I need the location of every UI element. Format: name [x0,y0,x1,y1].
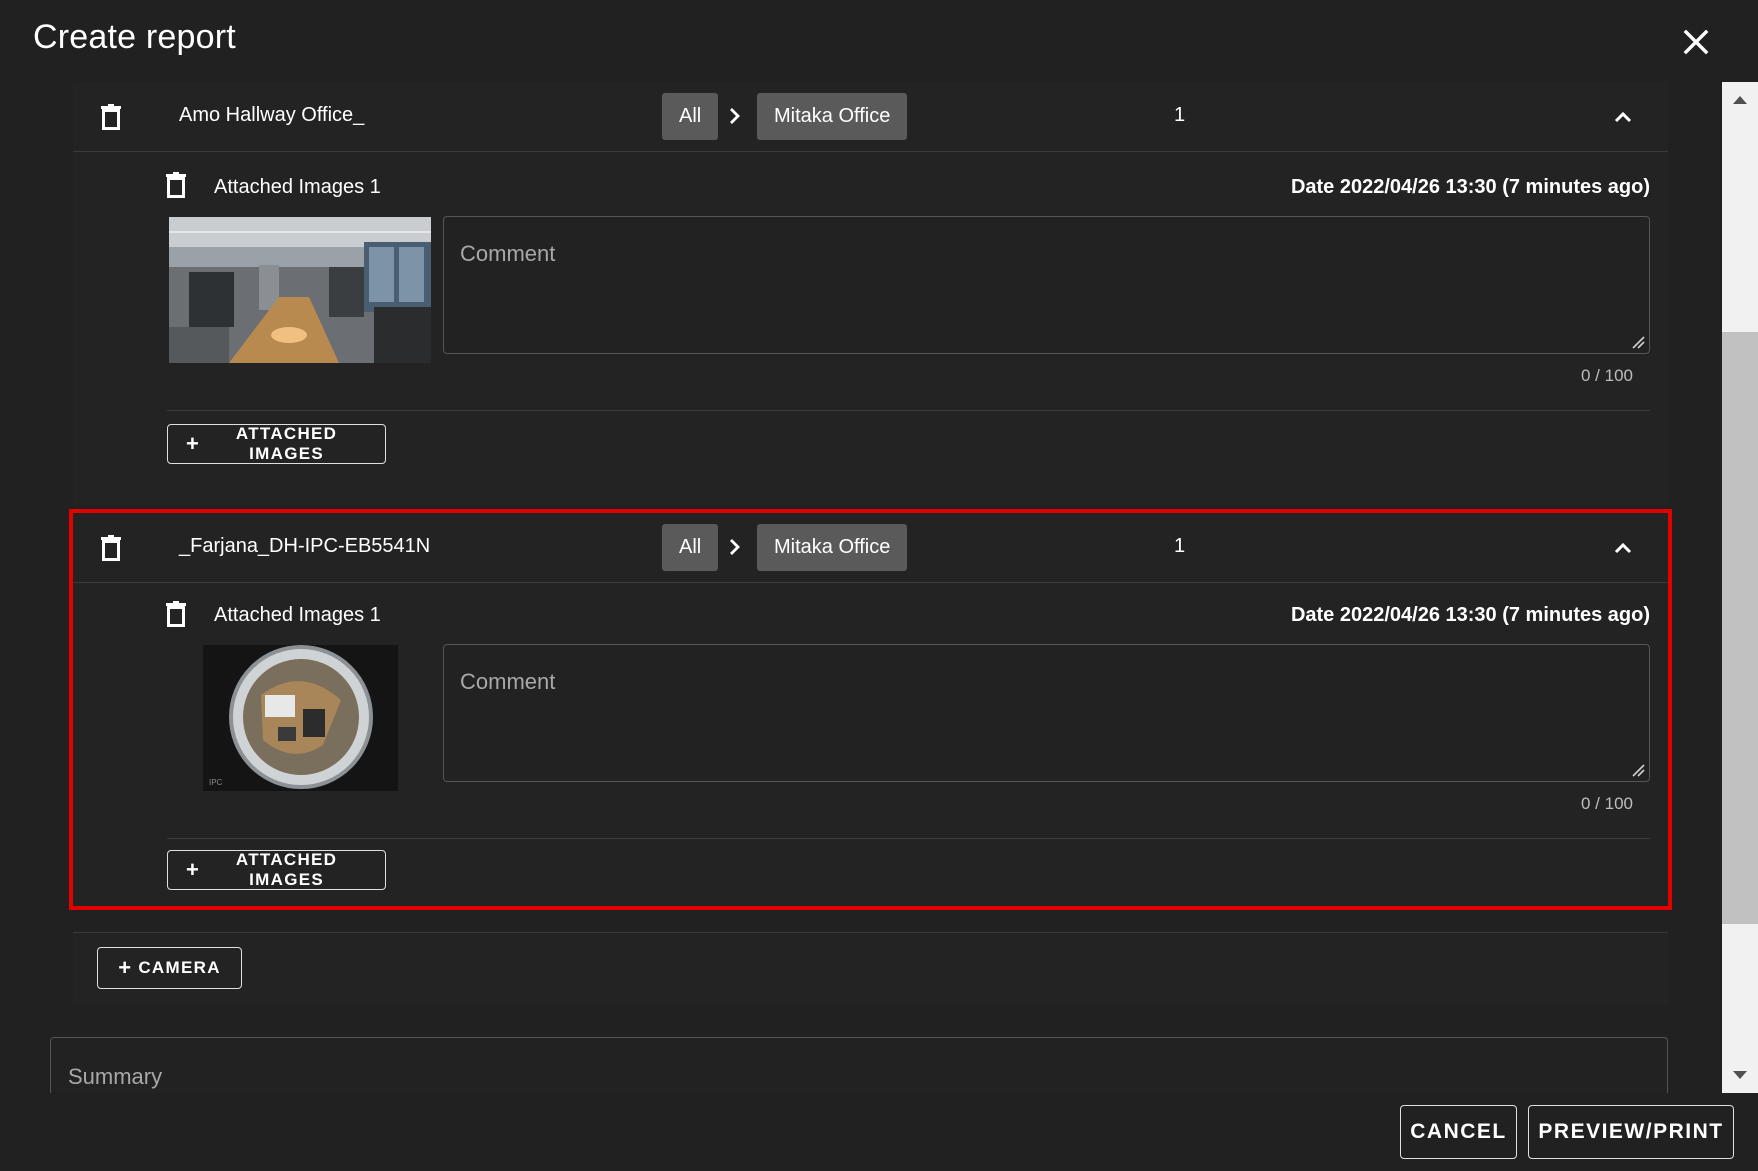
image-count: 1 [1174,535,1186,557]
date-label: Date 2022/04/26 13:30 (7 minutes ago) [1290,176,1650,198]
char-counter: 0 / 100 [1581,794,1633,813]
camera-card: Amo Hallway Office_ All Mitaka Office 1 … [73,82,1668,505]
scroll-down-arrow-icon[interactable] [1722,1057,1758,1093]
preview-print-button[interactable]: PREVIEW/PRINT [1528,1105,1734,1159]
add-attached-images-label: ATTACHED IMAGES [235,424,338,463]
section-divider [167,410,1650,411]
attached-image-thumbnail[interactable]: IPC [203,645,398,791]
chevron-right-icon [721,533,749,561]
add-camera-label: CAMERA [138,958,221,977]
close-icon[interactable] [1676,22,1716,62]
breadcrumb-all[interactable]: All [662,93,719,140]
comment-field[interactable] [443,216,1650,354]
add-camera-section: + CAMERA [73,932,1668,1005]
scroll-up-arrow-icon[interactable] [1722,82,1758,118]
thumbnail-caption: IPC [209,778,223,787]
comment-input[interactable] [444,645,1649,781]
delete-images-icon[interactable] [161,597,191,631]
breadcrumb-location[interactable]: Mitaka Office [757,524,908,571]
cancel-button[interactable]: CANCEL [1400,1105,1517,1159]
camera-name: _Farjana_DH-IPC-EB5541N [179,535,431,557]
image-count: 1 [1174,104,1186,126]
summary-field[interactable]: Summary [50,1037,1668,1093]
create-report-dialog: Create report Amo Hallway Office_ All Mi… [0,0,1758,1171]
chevron-up-icon[interactable] [1608,102,1638,132]
delete-images-icon[interactable] [161,168,191,202]
attached-images-label: Attached Images 1 [214,604,381,626]
comment-input[interactable] [444,217,1649,353]
camera-card-highlighted: _Farjana_DH-IPC-EB5541N All Mitaka Offic… [69,509,1672,910]
summary-placeholder: Summary [68,1064,163,1089]
breadcrumb-all[interactable]: All [662,524,719,571]
camera-name: Amo Hallway Office_ [179,104,365,126]
chevron-up-icon[interactable] [1608,533,1638,563]
resize-handle-icon[interactable] [1631,335,1645,349]
camera-header: Amo Hallway Office_ All Mitaka Office 1 [73,82,1668,152]
report-content: Amo Hallway Office_ All Mitaka Office 1 … [0,82,1722,1093]
vertical-scrollbar[interactable] [1722,82,1758,1093]
plus-icon: + [186,431,201,456]
chevron-right-icon [721,102,749,130]
add-attached-images-label: ATTACHED IMAGES [235,850,338,889]
resize-handle-icon[interactable] [1631,763,1645,777]
delete-camera-icon[interactable] [91,528,131,568]
section-divider [167,838,1650,839]
breadcrumb-location[interactable]: Mitaka Office [757,93,908,140]
delete-camera-icon[interactable] [91,97,131,137]
attached-images-label: Attached Images 1 [214,176,381,198]
char-counter: 0 / 100 [1581,366,1633,385]
plus-icon: + [186,857,201,882]
plus-icon: + [118,955,133,980]
dialog-title: Create report [33,18,236,56]
add-camera-button[interactable]: + CAMERA [97,947,242,989]
add-attached-images-button[interactable]: + ATTACHED IMAGES [167,424,386,464]
camera-header: _Farjana_DH-IPC-EB5541N All Mitaka Offic… [73,513,1668,583]
scrollbar-thumb[interactable] [1722,332,1758,924]
date-label: Date 2022/04/26 13:30 (7 minutes ago) [1290,604,1650,626]
add-attached-images-button[interactable]: + ATTACHED IMAGES [167,850,386,890]
comment-field[interactable] [443,644,1650,782]
attached-image-thumbnail[interactable] [169,217,431,363]
